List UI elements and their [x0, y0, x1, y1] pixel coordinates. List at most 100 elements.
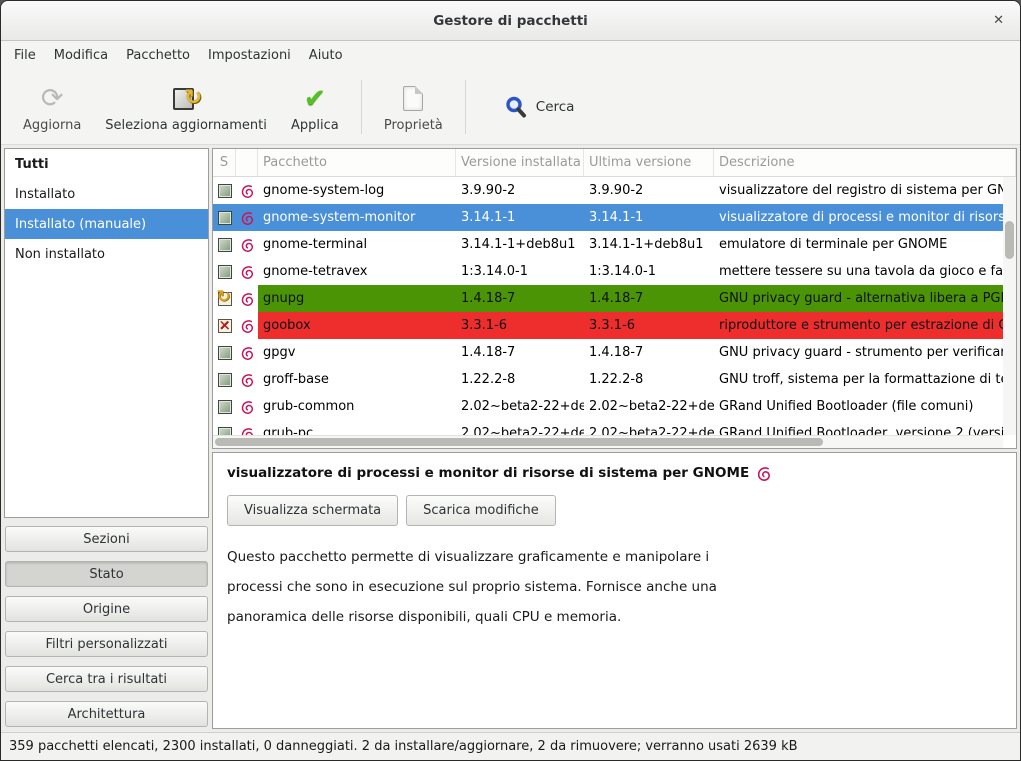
properties-button[interactable]: Proprietà [372, 75, 455, 139]
apply-check-icon: ✔ [304, 86, 326, 112]
latest-version: 1:3.14.0-1 [584, 258, 714, 285]
refresh-button[interactable]: ⟳ Aggiorna [11, 75, 93, 139]
package-status-icon [218, 346, 232, 360]
debian-swirl-icon [240, 265, 254, 279]
filter-mode-button[interactable]: Origine [5, 596, 208, 622]
column-header-installed-version[interactable]: Versione installata [456, 149, 584, 176]
package-name: gpgv [258, 339, 456, 366]
latest-version: 1.4.18-7 [584, 339, 714, 366]
debian-swirl-icon [240, 184, 254, 198]
filter-mode-button[interactable]: Architettura [5, 701, 208, 727]
menu-item[interactable]: Impostazioni [199, 44, 300, 67]
filter-list-item[interactable]: Installato [5, 179, 208, 209]
package-status-icon [218, 400, 232, 414]
package-status-icon [218, 211, 232, 225]
details-panel: visualizzatore di processi e monitor di … [212, 452, 1017, 729]
table-row[interactable]: gnome-tetravex 1:3.14.0-1 1:3.14.0-1 met… [213, 258, 1003, 285]
refresh-icon: ⟳ [41, 85, 64, 112]
table-row[interactable]: gnome-system-monitor 3.14.1-1 3.14.1-1 v… [213, 204, 1003, 231]
details-action-button[interactable]: Visualizza schermata [227, 495, 398, 526]
menu-bar: FileModificaPacchettoImpostazioniAiuto [1, 41, 1020, 70]
apply-button[interactable]: ✔ Applica [279, 75, 351, 139]
package-status-icon [218, 319, 232, 333]
mark-all-upgrades-button[interactable]: ↻ Seleziona aggiornamenti [93, 75, 279, 139]
package-status-icon [218, 292, 232, 306]
package-description: visualizzatore di processi e monitor di … [714, 204, 1003, 231]
installed-version: 3.3.1-6 [456, 312, 584, 339]
table-row[interactable]: grub-pc 2.02~beta2-22+de 2.02~beta2-22+d… [213, 420, 1003, 435]
filter-list-item[interactable]: Tutti [5, 149, 208, 179]
status-text: 359 pacchetti elencati, 2300 installati,… [9, 739, 798, 754]
latest-version: 2.02~beta2-22+de [584, 420, 714, 435]
filter-mode-button[interactable]: Cerca tra i risultati [5, 666, 208, 692]
debian-swirl-icon [240, 292, 254, 306]
menu-item[interactable]: Pacchetto [117, 44, 199, 67]
filter-mode-button[interactable]: Stato [5, 561, 208, 587]
filter-mode-button[interactable]: Sezioni [5, 526, 208, 552]
package-description: GRand Unified Bootloader (file comuni) [714, 393, 1003, 420]
table-rows: gnome-system-log 3.9.90-2 3.9.90-2 visua… [213, 177, 1003, 435]
latest-version: 3.14.1-1+deb8u1 [584, 231, 714, 258]
package-description: visualizzatore del registro di sistema p… [714, 177, 1003, 204]
close-icon[interactable]: ✕ [987, 1, 1010, 40]
package-name: groff-base [258, 366, 456, 393]
package-manager-window: Gestore di pacchetti ✕ FileModificaPacch… [0, 0, 1021, 761]
package-name: gnome-tetravex [258, 258, 456, 285]
menu-item[interactable]: File [5, 44, 45, 67]
package-name: grub-common [258, 393, 456, 420]
filter-mode-button[interactable]: Filtri personalizzati [5, 631, 208, 657]
description-line: processi che sono in esecuzione sul prop… [227, 572, 1002, 602]
package-name: goobox [258, 312, 456, 339]
latest-version: 3.14.1-1 [584, 204, 714, 231]
search-button[interactable]: Cerca [494, 89, 585, 125]
vertical-scrollbar[interactable] [1003, 177, 1016, 435]
vertical-scrollbar-thumb[interactable] [1005, 221, 1014, 259]
latest-version: 1.22.2-8 [584, 366, 714, 393]
horizontal-scrollbar-thumb[interactable] [215, 438, 823, 446]
filter-list: Tutti Installato Installato (manuale) No… [4, 148, 209, 518]
debian-swirl-icon [240, 373, 254, 387]
details-action-button[interactable]: Scarica modifiche [406, 495, 556, 526]
column-header-description[interactable]: Descrizione [714, 149, 1016, 176]
toolbar-separator [465, 80, 466, 134]
table-row[interactable]: gnome-system-log 3.9.90-2 3.9.90-2 visua… [213, 177, 1003, 204]
package-name: gnome-terminal [258, 231, 456, 258]
installed-version: 1.4.18-7 [456, 339, 584, 366]
installed-version: 3.14.1-1 [456, 204, 584, 231]
latest-version: 3.3.1-6 [584, 312, 714, 339]
filter-list-item[interactable]: Non installato [5, 239, 208, 269]
toolbar: ⟳ Aggiorna ↻ Seleziona aggiornamenti ✔ A… [1, 70, 1020, 145]
installed-version: 1.22.2-8 [456, 366, 584, 393]
menu-item[interactable]: Modifica [45, 44, 117, 67]
installed-version: 1.4.18-7 [456, 285, 584, 312]
package-description: riproduttore e strumento per estrazione … [714, 312, 1003, 339]
package-description: mettere tessere su una tavola da gioco e… [714, 258, 1003, 285]
horizontal-scrollbar[interactable] [213, 435, 1003, 448]
table-row[interactable]: gpgv 1.4.18-7 1.4.18-7 GNU privacy guard… [213, 339, 1003, 366]
table-row[interactable]: grub-common 2.02~beta2-22+de 2.02~beta2-… [213, 393, 1003, 420]
column-header-status[interactable]: S [213, 149, 236, 176]
table-row[interactable]: goobox 3.3.1-6 3.3.1-6 riproduttore e st… [213, 312, 1003, 339]
column-header-package[interactable]: Pacchetto [258, 149, 456, 176]
title-bar: Gestore di pacchetti ✕ [1, 1, 1020, 41]
debian-swirl-icon [240, 319, 254, 333]
details-description: Questo pacchetto permette di visualizzar… [227, 542, 1002, 632]
table-row[interactable]: gnome-terminal 3.14.1-1+deb8u1 3.14.1-1+… [213, 231, 1003, 258]
table-row[interactable]: gnupg 1.4.18-7 1.4.18-7 GNU privacy guar… [213, 285, 1003, 312]
menu-item[interactable]: Aiuto [300, 44, 352, 67]
filter-list-item[interactable]: Installato (manuale) [5, 209, 208, 239]
package-description: emulatore di terminale per GNOME [714, 231, 1003, 258]
column-header-latest-version[interactable]: Ultima versione [584, 149, 714, 176]
latest-version: 1.4.18-7 [584, 285, 714, 312]
mark-upgrades-icon: ↻ [173, 86, 199, 112]
package-status-icon [218, 373, 232, 387]
debian-swirl-icon [756, 466, 771, 481]
installed-version: 1:3.14.0-1 [456, 258, 584, 285]
description-line: panoramica delle risorse disponibili, qu… [227, 602, 1002, 632]
column-header-supported[interactable] [236, 149, 258, 176]
details-title: visualizzatore di processi e monitor di … [227, 465, 1002, 481]
package-description: GNU privacy guard - alternativa libera a… [714, 285, 1003, 312]
table-row[interactable]: groff-base 1.22.2-8 1.22.2-8 GNU troff, … [213, 366, 1003, 393]
package-status-icon [218, 184, 232, 198]
installed-version: 3.9.90-2 [456, 177, 584, 204]
